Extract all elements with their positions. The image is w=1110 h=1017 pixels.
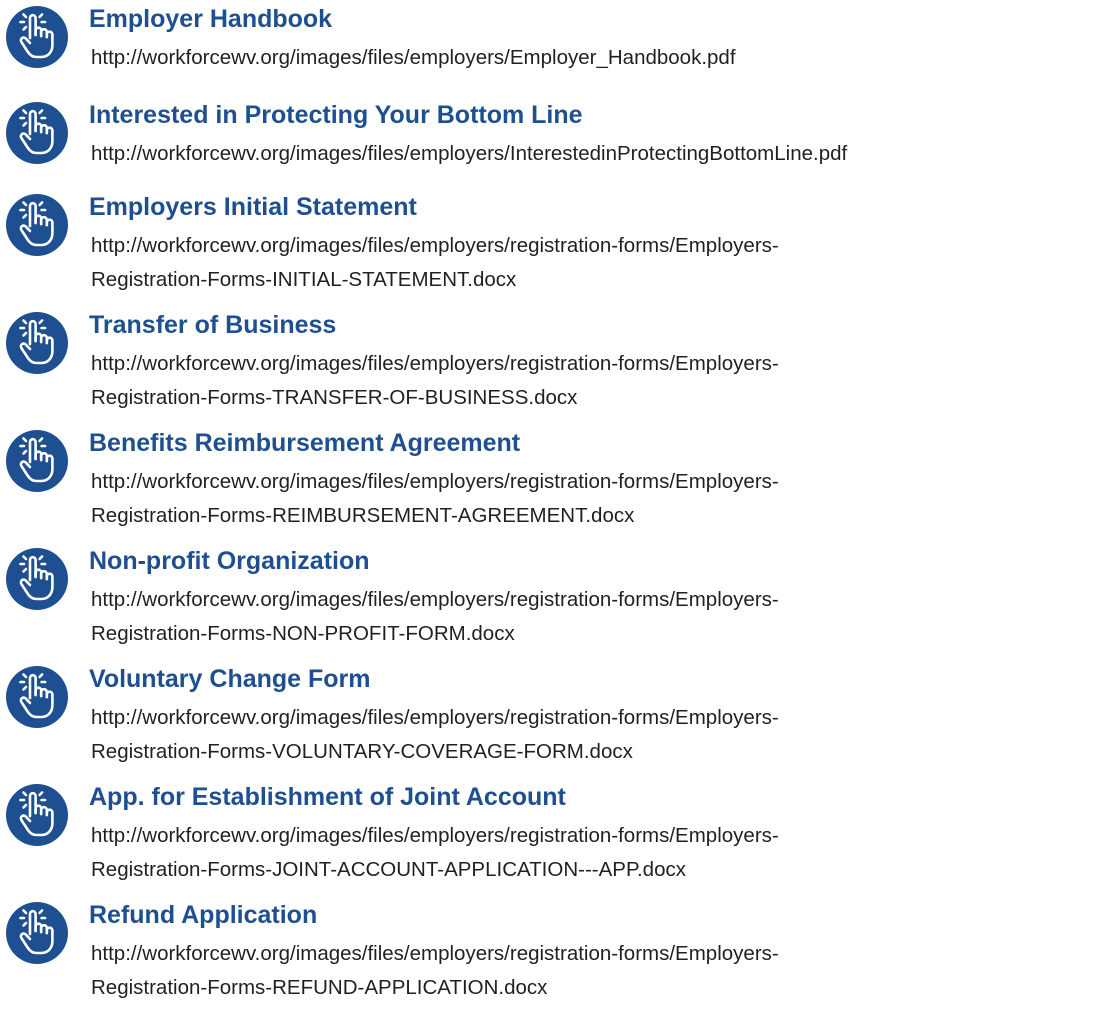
resource-title: Transfer of Business <box>89 311 337 339</box>
resource-link[interactable]: http://workforcewv.org/images/files/empl… <box>91 701 1106 769</box>
pointing-hand-icon <box>5 665 69 729</box>
resource-list: Employer Handbook http://workforcewv.org… <box>0 0 1110 1017</box>
resource-title: Refund Application <box>89 901 318 929</box>
resource-link[interactable]: http://workforcewv.org/images/files/empl… <box>91 819 1106 887</box>
resource-title: Non-profit Organization <box>89 547 370 575</box>
resource-url-line: http://workforcewv.org/images/files/empl… <box>91 588 779 611</box>
resource-url-line: http://workforcewv.org/images/files/empl… <box>91 824 779 847</box>
resource-url-line: http://workforcewv.org/images/files/empl… <box>91 706 779 729</box>
resource-url-line: Registration-Forms-NON-PROFIT-FORM.docx <box>91 622 515 645</box>
resource-url-line: http://workforcewv.org/images/files/empl… <box>91 470 779 493</box>
pointing-hand-icon <box>5 901 69 965</box>
pointing-hand-icon <box>5 101 69 165</box>
resource-url-line: Registration-Forms-REFUND-APPLICATION.do… <box>91 976 548 999</box>
resource-url-line: Registration-Forms-TRANSFER-OF-BUSINESS.… <box>91 386 578 409</box>
resource-link[interactable]: http://workforcewv.org/images/files/empl… <box>91 937 1106 1005</box>
resource-url-line: Registration-Forms-REIMBURSEMENT-AGREEME… <box>91 504 635 527</box>
resource-url-line: http://workforcewv.org/images/files/empl… <box>91 142 848 165</box>
resource-title: Benefits Reimbursement Agreement <box>89 429 521 457</box>
resource-title: App. for Establishment of Joint Account <box>89 783 566 811</box>
pointing-hand-icon <box>5 429 69 493</box>
resource-url-line: http://workforcewv.org/images/files/empl… <box>91 46 736 69</box>
resource-url-line: http://workforcewv.org/images/files/empl… <box>91 234 779 257</box>
resource-link[interactable]: http://workforcewv.org/images/files/empl… <box>91 41 1106 75</box>
resource-link[interactable]: http://workforcewv.org/images/files/empl… <box>91 137 1106 171</box>
pointing-hand-icon <box>5 193 69 257</box>
resource-link[interactable]: http://workforcewv.org/images/files/empl… <box>91 583 1106 651</box>
resource-link[interactable]: http://workforcewv.org/images/files/empl… <box>91 229 1106 297</box>
resource-title: Employer Handbook <box>89 5 333 33</box>
pointing-hand-icon <box>5 783 69 847</box>
resource-url-line: http://workforcewv.org/images/files/empl… <box>91 352 779 375</box>
resource-link[interactable]: http://workforcewv.org/images/files/empl… <box>91 347 1106 415</box>
resource-title: Employers Initial Statement <box>89 193 417 221</box>
resource-title: Interested in Protecting Your Bottom Lin… <box>89 101 583 129</box>
resource-url-line: http://workforcewv.org/images/files/empl… <box>91 942 779 965</box>
resource-url-line: Registration-Forms-INITIAL-STATEMENT.doc… <box>91 268 517 291</box>
resource-url-line: Registration-Forms-VOLUNTARY-COVERAGE-FO… <box>91 740 633 763</box>
resource-url-line: Registration-Forms-JOINT-ACCOUNT-APPLICA… <box>91 858 686 881</box>
resource-link[interactable]: http://workforcewv.org/images/files/empl… <box>91 465 1106 533</box>
pointing-hand-icon <box>5 311 69 375</box>
pointing-hand-icon <box>5 5 69 69</box>
resource-title: Voluntary Change Form <box>89 665 371 693</box>
pointing-hand-icon <box>5 547 69 611</box>
